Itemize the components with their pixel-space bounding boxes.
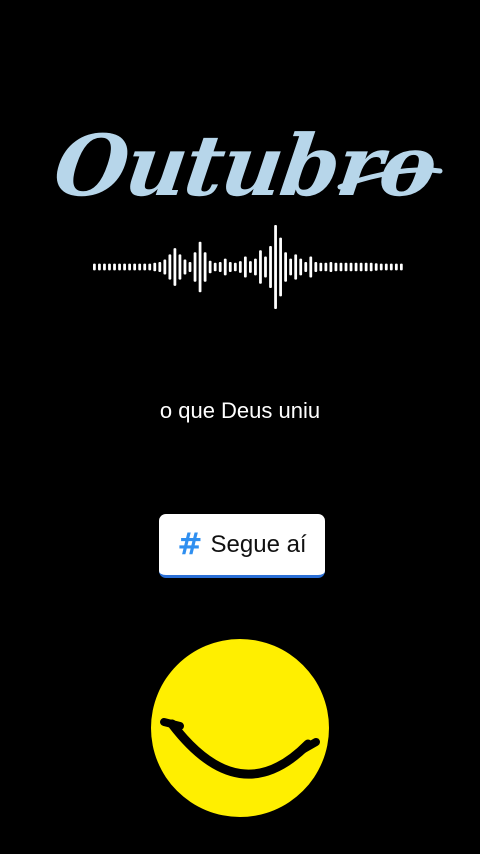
waveform-bar: [334, 262, 338, 272]
waveform-bar: [218, 261, 222, 273]
waveform-bar: [118, 263, 121, 271]
waveform-bar: [349, 262, 353, 272]
waveform-bar: [319, 262, 323, 272]
waveform-bar: [249, 261, 252, 273]
audio-waveform-icon: [93, 225, 403, 309]
waveform-bar: [259, 250, 262, 284]
waveform-bar: [274, 225, 277, 309]
waveform-bar: [354, 262, 358, 272]
waveform-bar: [113, 263, 116, 271]
waveform-bar: [213, 262, 217, 272]
waveform-bar: [133, 263, 137, 271]
waveform-bar: [394, 263, 398, 271]
waveform-bar: [264, 256, 267, 278]
waveform-bar: [329, 261, 333, 273]
waveform-bar: [359, 262, 363, 272]
title-art: Outubro: [40, 105, 450, 225]
waveform-bar: [208, 260, 212, 274]
waveform-bar: [193, 252, 197, 282]
waveform-bar: [163, 259, 167, 275]
waveform-bar: [148, 263, 152, 271]
waveform-bar: [379, 263, 383, 271]
waveform-bar: [294, 254, 298, 280]
waveform-bar: [364, 262, 368, 272]
waveform-bar: [269, 246, 272, 288]
waveform-bar: [228, 261, 232, 273]
waveform-bar: [384, 263, 388, 271]
waveform-bar: [284, 252, 287, 282]
waveform-bar: [238, 261, 242, 273]
waveform-bar: [168, 254, 172, 280]
waveform-bar: [324, 262, 328, 272]
waveform-bar: [178, 254, 182, 280]
waveform-bar: [344, 262, 348, 272]
waveform-bar: [254, 258, 257, 276]
waveform-bar: [188, 261, 192, 273]
hashtag-label: Segue aí: [210, 530, 307, 558]
hashtag-icon: #: [177, 526, 203, 562]
waveform-bar: [369, 262, 373, 272]
waveform-bar: [128, 263, 131, 271]
smiley-face-icon: [151, 639, 329, 817]
waveform-bar: [143, 263, 147, 271]
waveform-bar: [153, 262, 157, 272]
waveform-bar: [158, 261, 162, 273]
waveform-bar: [299, 258, 303, 276]
title-swash-decoration: [337, 167, 443, 190]
hashtag-sticker[interactable]: # Segue aí: [159, 514, 325, 578]
waveform-bar: [399, 263, 403, 271]
waveform-bar: [98, 263, 101, 271]
waveform-bar: [103, 263, 106, 271]
waveform-bar: [198, 241, 202, 293]
waveform-bar: [223, 258, 227, 276]
waveform-bar: [183, 259, 187, 275]
waveform-bar: [339, 262, 343, 272]
waveform-bar: [93, 263, 96, 271]
waveform-bar: [203, 252, 207, 282]
waveform-bar: [279, 237, 282, 297]
waveform-bar: [243, 256, 247, 278]
waveform-bar: [108, 263, 111, 271]
waveform-bar: [314, 261, 318, 273]
smiley-mouth-left-tip: [160, 718, 184, 730]
waveform-bar: [374, 263, 378, 271]
caption-text: o que Deus uniu: [159, 398, 321, 423]
waveform-bar: [138, 263, 142, 271]
waveform-bar: [304, 261, 308, 273]
waveform-bar: [123, 263, 126, 271]
waveform-bar: [289, 258, 293, 276]
waveform-bar: [233, 262, 237, 272]
waveform-bar: [173, 248, 177, 286]
waveform-bar: [309, 256, 313, 278]
waveform-bar: [389, 263, 393, 271]
